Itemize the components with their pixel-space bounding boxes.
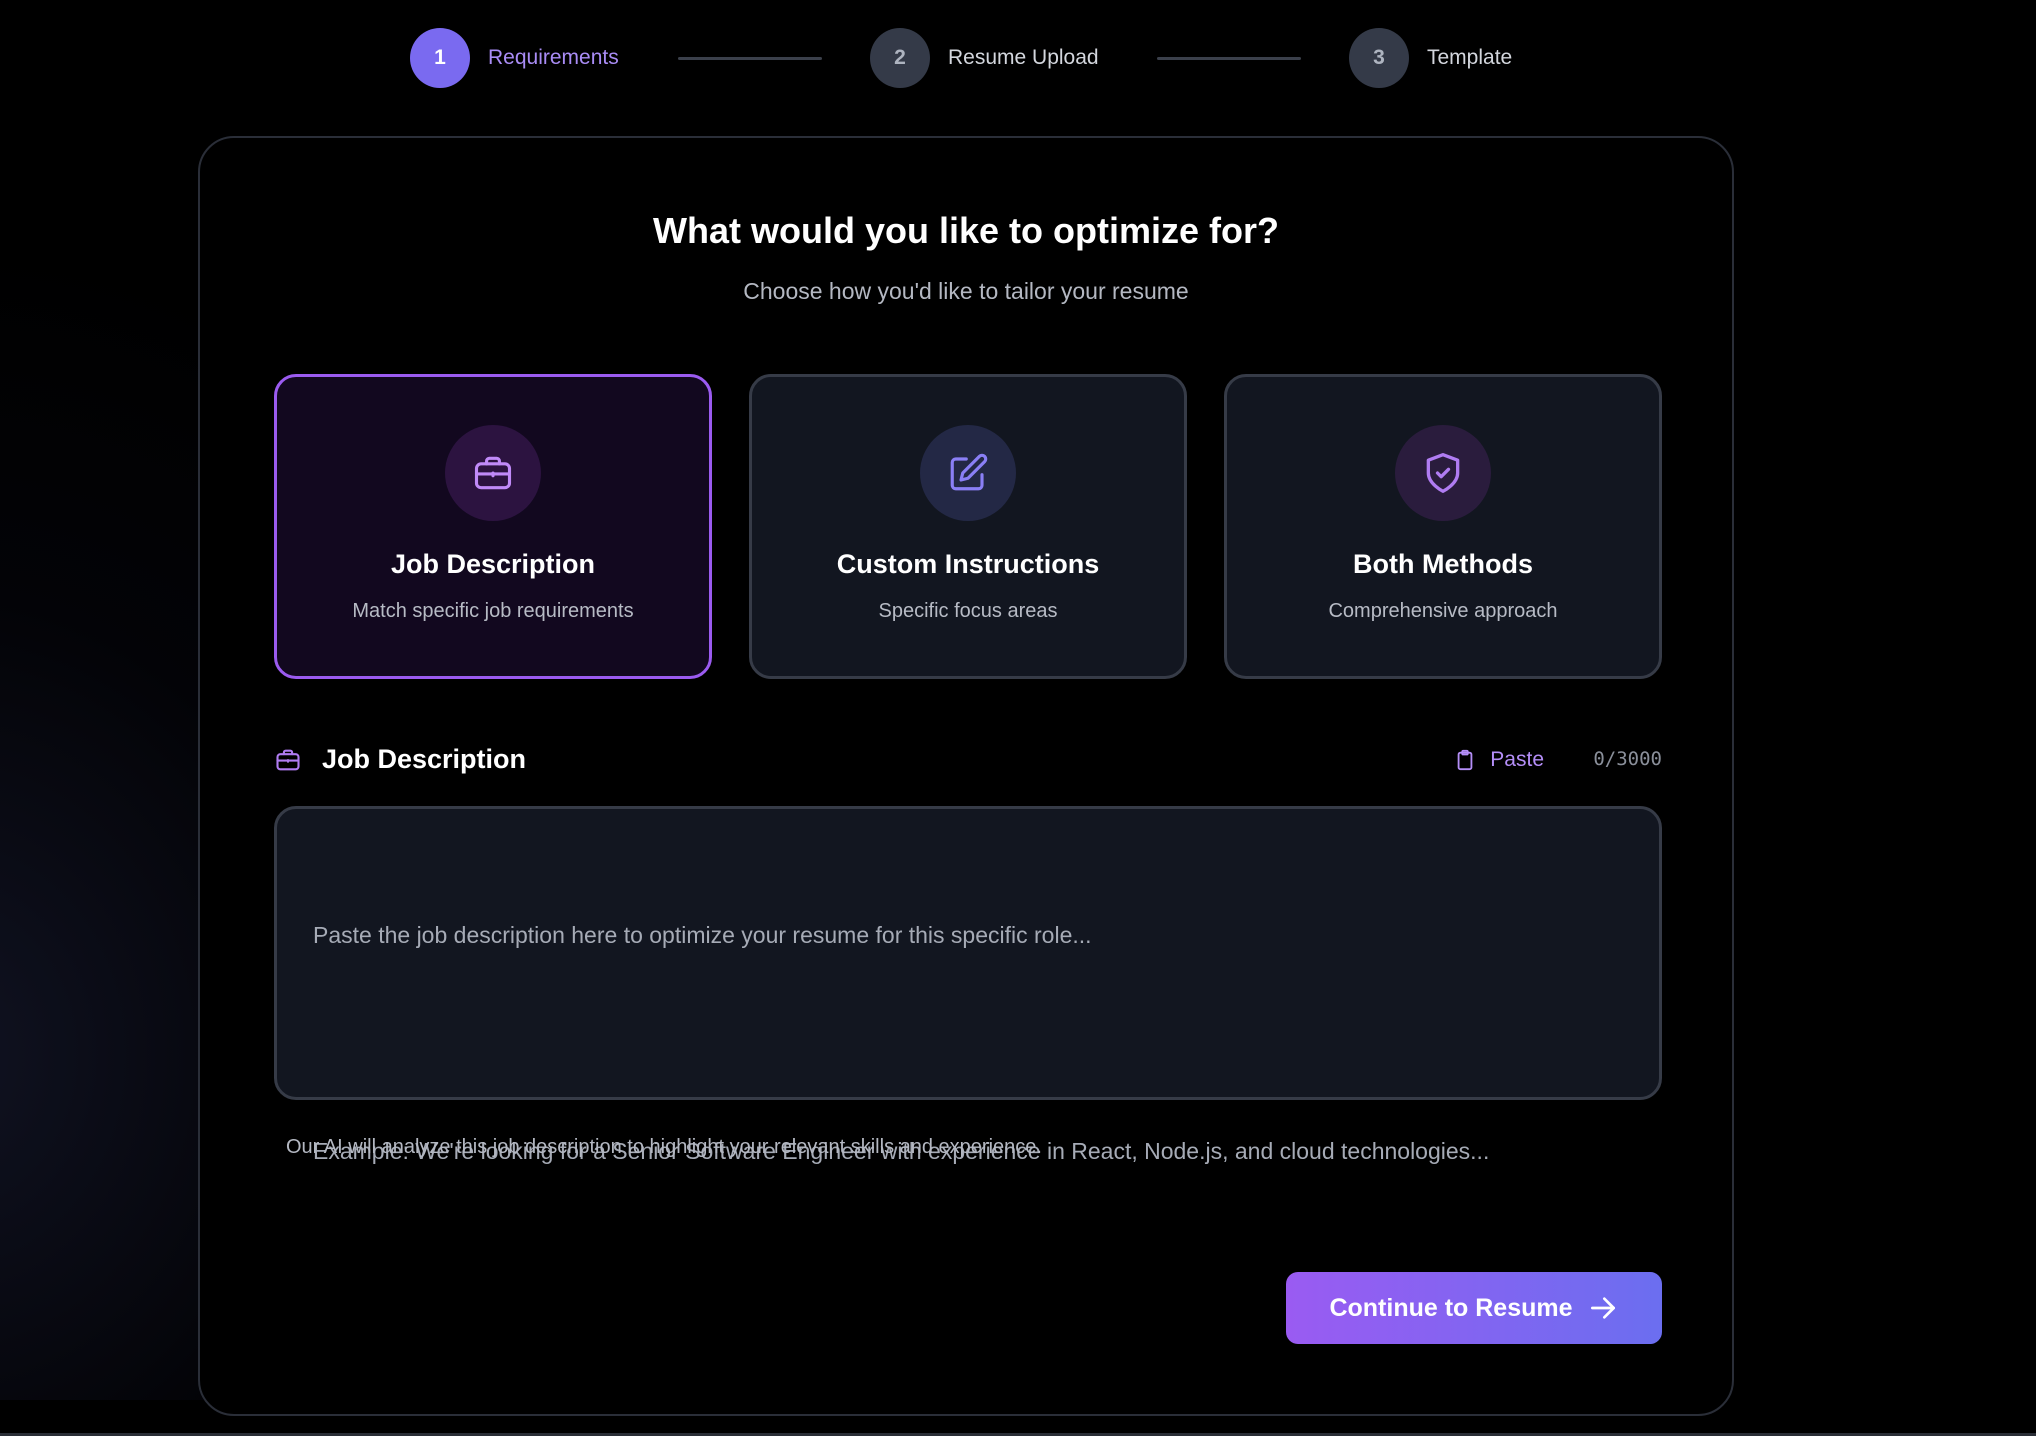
briefcase-icon-badge xyxy=(445,425,541,521)
step-connector xyxy=(678,57,822,60)
option-description: Specific focus areas xyxy=(878,600,1058,622)
helper-text: Our AI will analyze this job description… xyxy=(286,1136,1042,1158)
requirements-card: What would you like to optimize for? Cho… xyxy=(198,136,1734,1416)
option-title: Custom Instructions xyxy=(836,549,1100,579)
option-both-methods[interactable]: Both Methods Comprehensive approach xyxy=(1224,374,1662,679)
section-title: Job Description xyxy=(322,744,527,774)
continue-label: Continue to Resume xyxy=(1329,1293,1573,1322)
option-title: Both Methods xyxy=(1353,549,1533,579)
briefcase-icon xyxy=(474,456,512,490)
step-connector xyxy=(1157,57,1301,60)
page-title: What would you like to optimize for? xyxy=(653,210,1279,251)
step-number: 2 xyxy=(870,28,930,88)
step-number: 3 xyxy=(1349,28,1409,88)
step-label: Template xyxy=(1427,46,1513,69)
shield-check-icon xyxy=(1426,453,1460,493)
progress-stepper: 1 Requirements 2 Resume Upload 3 Templat… xyxy=(0,28,2036,88)
page-subtitle: Choose how you'd like to tailor your res… xyxy=(743,278,1189,304)
option-description: Match specific job requirements xyxy=(352,600,634,622)
shield-check-icon-badge xyxy=(1395,425,1491,521)
edit-icon-badge xyxy=(920,425,1016,521)
step-resume-upload[interactable]: 2 Resume Upload xyxy=(870,28,1099,88)
option-job-description[interactable]: Job Description Match specific job requi… xyxy=(274,374,712,679)
arrow-right-icon xyxy=(1590,1297,1615,1319)
page: 1 Requirements 2 Resume Upload 3 Templat… xyxy=(0,0,2036,1436)
step-requirements[interactable]: 1 Requirements xyxy=(410,28,619,88)
job-description-textarea[interactable]: Paste the job description here to optimi… xyxy=(274,806,1662,1164)
option-custom-instructions[interactable]: Custom Instructions Specific focus areas xyxy=(749,374,1187,679)
option-description: Comprehensive approach xyxy=(1328,600,1558,622)
briefcase-icon xyxy=(276,749,300,771)
option-title: Job Description xyxy=(390,549,596,579)
job-description-header: Job Description Paste 0/3000 xyxy=(274,742,1662,778)
character-counter: 0/3000 xyxy=(1593,748,1662,770)
paste-button[interactable]: Paste xyxy=(1454,742,1544,778)
step-template[interactable]: 3 Template xyxy=(1349,28,1512,88)
paste-label: Paste xyxy=(1490,748,1544,771)
continue-button[interactable]: Continue to Resume xyxy=(1286,1272,1662,1344)
edit-icon xyxy=(950,453,988,491)
step-number: 1 xyxy=(410,28,470,88)
step-label: Resume Upload xyxy=(948,46,1099,69)
clipboard-icon xyxy=(1457,749,1473,771)
placeholder-line: Paste the job description here to optimi… xyxy=(313,922,1092,948)
step-label: Requirements xyxy=(488,46,619,69)
